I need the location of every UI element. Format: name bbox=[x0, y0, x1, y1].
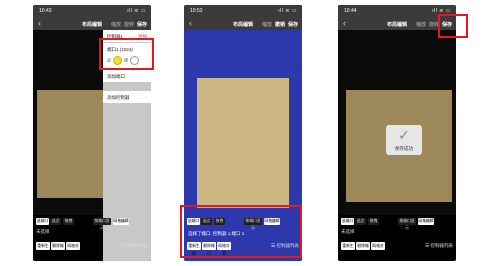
led-grid[interactable] bbox=[37, 90, 103, 198]
delete-port-button[interactable]: 删除端口 bbox=[356, 242, 370, 256]
highlight-box-save-button bbox=[438, 14, 468, 38]
segment-select-port[interactable]: 选端口 bbox=[36, 218, 49, 225]
add-port-label: 添加端口 bbox=[107, 74, 125, 79]
selection-state: 未选择 bbox=[36, 229, 50, 234]
layout-canvas[interactable] bbox=[338, 30, 456, 215]
grid-align-button[interactable]: 网格对齐 bbox=[66, 242, 80, 256]
segment-drag[interactable]: 拖拽 bbox=[63, 218, 74, 225]
save-success-toast: ✓ 保存成功 bbox=[386, 125, 422, 155]
status-bar: 10:43 ıll ≋ ▭ bbox=[33, 5, 151, 17]
controller-list-label: 控制器列表 bbox=[125, 243, 149, 248]
segment-port-display[interactable]: 按端口显示 bbox=[93, 218, 111, 230]
add-controller-row[interactable]: 添加控制器 bbox=[103, 91, 151, 103]
nav-actions: 缩放 撤销 保存 bbox=[259, 21, 298, 28]
regenerate-button[interactable]: 重新生成 bbox=[341, 242, 355, 256]
status-time: 10:52 bbox=[190, 8, 203, 14]
segment-select-point[interactable]: 选点 bbox=[355, 218, 366, 225]
highlight-box-port-dropdown bbox=[99, 38, 154, 70]
segment-select-port[interactable]: 选端口 bbox=[341, 218, 354, 225]
list-icon: ☰ bbox=[120, 243, 125, 249]
nav-bar: ‹ 布局编辑 缩放 旋转 保存 bbox=[33, 17, 151, 30]
segment-drag[interactable]: 拖拽 bbox=[368, 218, 379, 225]
save-button[interactable]: 保存 bbox=[288, 22, 298, 28]
regenerate-button[interactable]: 重新生成 bbox=[36, 242, 50, 256]
check-icon: ✓ bbox=[398, 127, 410, 143]
delete-port-button[interactable]: 删除端口 bbox=[51, 242, 65, 256]
zoom-button[interactable]: 缩放 bbox=[111, 22, 121, 28]
led-panel[interactable] bbox=[197, 78, 289, 208]
controller-list-label: 控制器列表 bbox=[430, 243, 454, 248]
toast-message: 保存成功 bbox=[395, 146, 413, 151]
segment-select-point[interactable]: 选点 bbox=[50, 218, 61, 225]
save-button[interactable]: 保存 bbox=[137, 22, 147, 28]
list-icon: ☰ bbox=[425, 243, 430, 249]
grid-align-button[interactable]: 网格对齐 bbox=[371, 242, 385, 256]
segment-grid-edit[interactable]: 网格编辑 bbox=[418, 218, 434, 225]
phone-screen-3: 10:44 ıll ≋ ▭ ‹ 布局编辑 缩放 旋转 保存 ✓ 保存成功 选端口 选… bbox=[338, 5, 456, 261]
controller-list-link[interactable]: ☰控制器列表 bbox=[120, 243, 148, 249]
status-bar: 10:52 ıll ≋ ▭ bbox=[184, 5, 302, 17]
highlight-box-bottom-toolbar bbox=[180, 205, 302, 258]
undo-button[interactable]: 撤销 bbox=[275, 22, 285, 28]
segment-grid-edit[interactable]: 网格编辑 bbox=[113, 218, 129, 225]
status-time: 10:43 bbox=[39, 8, 52, 14]
rotate-button[interactable]: 旋转 bbox=[124, 22, 134, 28]
add-port-row[interactable]: 添加端口 bbox=[103, 70, 151, 82]
signal-icon: ıll ≋ ▭ bbox=[127, 8, 146, 14]
controller-list-link[interactable]: ☰控制器列表 bbox=[425, 243, 453, 249]
bottom-toolbar: 选端口 选点 拖拽 按端口显示 网格编辑 未选择 重新生成 删除端口 网格对齐 … bbox=[338, 215, 456, 261]
signal-icon: ıll ≋ ▭ bbox=[278, 8, 297, 14]
add-controller-label: 添加控制器 bbox=[107, 95, 130, 100]
zoom-button[interactable]: 缩放 bbox=[262, 22, 272, 28]
selected-port-area[interactable] bbox=[184, 30, 302, 215]
zoom-button[interactable]: 缩放 bbox=[416, 22, 426, 28]
status-time: 10:44 bbox=[344, 8, 357, 14]
nav-actions: 缩放 旋转 保存 bbox=[108, 21, 147, 28]
selection-state: 未选择 bbox=[341, 229, 355, 234]
segment-port-display[interactable]: 按端口显示 bbox=[398, 218, 416, 230]
nav-bar: ‹ 布局编辑 缩放 撤销 保存 bbox=[184, 17, 302, 30]
